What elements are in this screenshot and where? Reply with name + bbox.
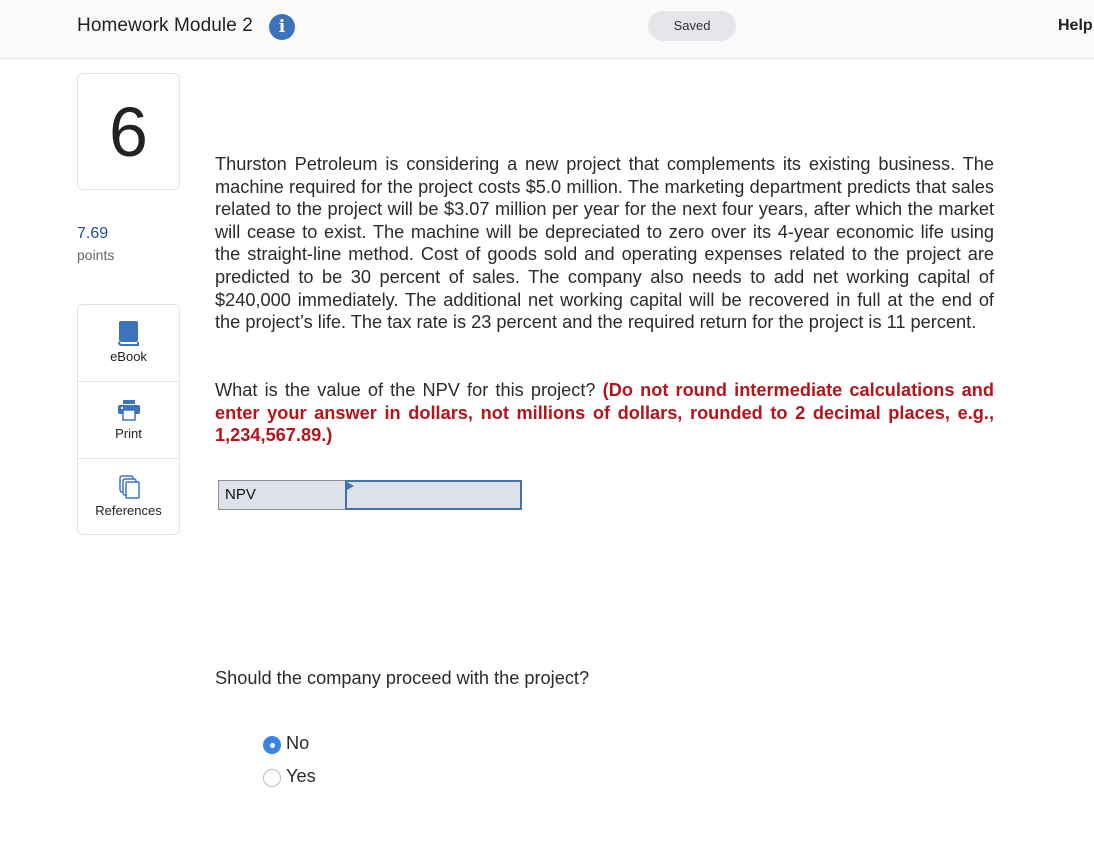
prompt-text: What is the value of the NPV for this pr… bbox=[215, 380, 596, 400]
saved-status-badge: Saved bbox=[648, 11, 736, 41]
npv-prompt: What is the value of the NPV for this pr… bbox=[215, 379, 994, 447]
proceed-question: Should the company proceed with the proj… bbox=[215, 668, 590, 688]
npv-input[interactable] bbox=[345, 480, 522, 510]
references-label: References bbox=[95, 503, 162, 518]
documents-icon bbox=[119, 475, 140, 499]
points-label: points bbox=[77, 247, 115, 263]
top-header: Homework Module 2 i Saved Help bbox=[0, 0, 1094, 59]
question-text: Thurston Petroleum is considering a new … bbox=[215, 154, 994, 333]
printer-icon bbox=[118, 400, 140, 421]
ebook-button[interactable]: eBook bbox=[78, 305, 179, 381]
help-link[interactable]: Help bbox=[1058, 17, 1093, 35]
tools-panel: eBook Print References bbox=[77, 304, 180, 535]
radio-button-no[interactable] bbox=[263, 736, 281, 754]
radio-label-yes: Yes bbox=[286, 766, 316, 786]
print-label: Print bbox=[115, 426, 142, 441]
references-button[interactable]: References bbox=[78, 458, 179, 534]
print-button[interactable]: Print bbox=[78, 381, 179, 457]
info-icon[interactable]: i bbox=[269, 14, 295, 40]
assignment-title: Homework Module 2 bbox=[77, 15, 253, 36]
book-icon bbox=[118, 321, 139, 346]
points-value: 7.69 bbox=[77, 225, 109, 242]
radio-button-yes[interactable] bbox=[263, 769, 281, 787]
question-number: 6 bbox=[77, 73, 180, 190]
npv-label: NPV bbox=[218, 480, 346, 510]
ebook-label: eBook bbox=[110, 349, 147, 364]
input-marker-icon bbox=[347, 482, 354, 490]
radio-label-no: No bbox=[286, 733, 310, 753]
